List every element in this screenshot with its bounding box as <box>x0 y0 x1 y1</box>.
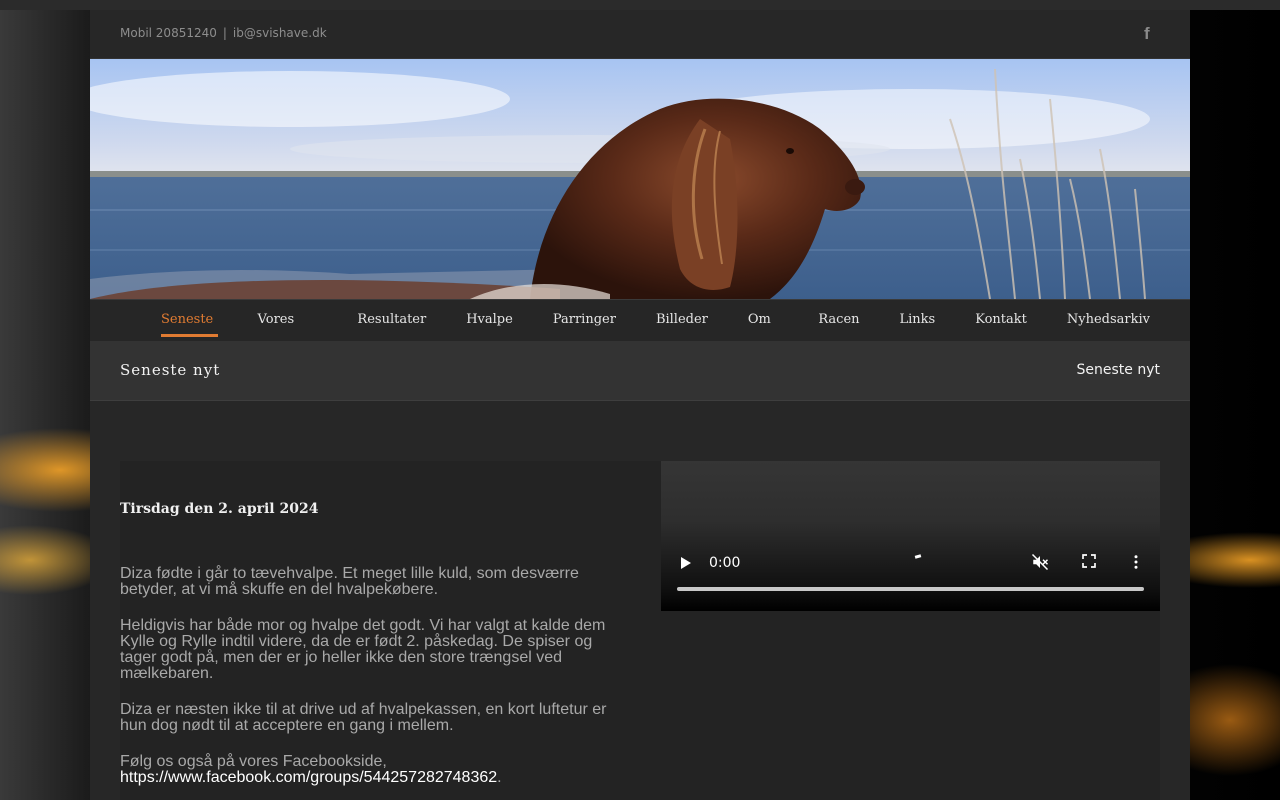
nav-item-links[interactable]: Links <box>900 300 936 340</box>
follow-text: Følg os også på vores Facebookside, <box>120 753 387 770</box>
top-bar: Mobil 20851240 | ib@svishave.dk f <box>90 10 1190 59</box>
mute-icon[interactable] <box>1031 553 1049 571</box>
video-player[interactable]: 0:00 <box>661 461 1160 611</box>
article-paragraph: Diza er næsten ikke til at drive ud af h… <box>120 701 607 734</box>
article-body: Diza fødte i går to tævehvalpe. Et meget… <box>120 566 620 800</box>
facebook-icon[interactable]: f <box>1144 24 1158 44</box>
page-container: Mobil 20851240 | ib@svishave.dk f Senest… <box>90 10 1190 800</box>
more-icon[interactable] <box>1131 553 1141 571</box>
article-date: Tirsdag den 2. april 2024 <box>120 501 319 517</box>
top-strip <box>0 0 1280 10</box>
main-content: Tirsdag den 2. april 2024 Diza fødte i g… <box>120 461 1160 800</box>
nav-item-vores-hunde[interactable]: Vores hunde <box>258 300 318 367</box>
phone-number: Mobil 20851240 <box>120 26 217 40</box>
follow-paragraph: Følg os også på vores Facebookside, https… <box>120 754 620 786</box>
loading-indicator <box>914 554 922 559</box>
play-icon[interactable] <box>681 557 691 569</box>
nav-item-hvalpe[interactable]: Hvalpe <box>466 300 513 340</box>
nav-item-om-os[interactable]: Om os <box>748 300 778 367</box>
fullscreen-icon[interactable] <box>1081 553 1097 569</box>
breadcrumb: Seneste nyt <box>1076 362 1160 378</box>
article-paragraph: Heldigvis har både mor og hvalpe det god… <box>120 617 606 682</box>
nav-item-nyhedsarkiv[interactable]: Nyhedsarkiv <box>1067 300 1150 340</box>
nav-item-kontakt[interactable]: Kontakt <box>975 300 1027 340</box>
contact-separator: | <box>222 26 227 40</box>
nav-item-seneste-nyt[interactable]: Seneste nyt <box>161 300 218 367</box>
nav-item-resultater[interactable]: Resultater <box>357 300 426 340</box>
banner-image <box>90 59 1190 299</box>
video-progress-track[interactable] <box>677 587 1144 591</box>
email-link[interactable]: ib@svishave.dk <box>233 26 327 40</box>
page-title: Seneste nyt <box>120 361 221 379</box>
header-banner <box>90 59 1190 299</box>
follow-end: . <box>497 769 502 786</box>
facebook-group-link[interactable]: https://www.facebook.com/groups/54425728… <box>120 769 497 786</box>
contact-info: Mobil 20851240 | ib@svishave.dk <box>120 26 327 40</box>
main-navigation: Seneste nyt Vores hunde Resultater Hvalp… <box>90 299 1190 367</box>
article-paragraph: Diza fødte i går to tævehvalpe. Et meget… <box>120 565 579 598</box>
nav-item-racen[interactable]: Racen <box>818 300 859 340</box>
page-title-bar: Seneste nyt Seneste nyt <box>90 341 1190 401</box>
nav-item-parringer[interactable]: Parringer <box>553 300 616 340</box>
video-time: 0:00 <box>709 555 741 571</box>
nav-item-billeder[interactable]: Billeder <box>656 300 708 340</box>
